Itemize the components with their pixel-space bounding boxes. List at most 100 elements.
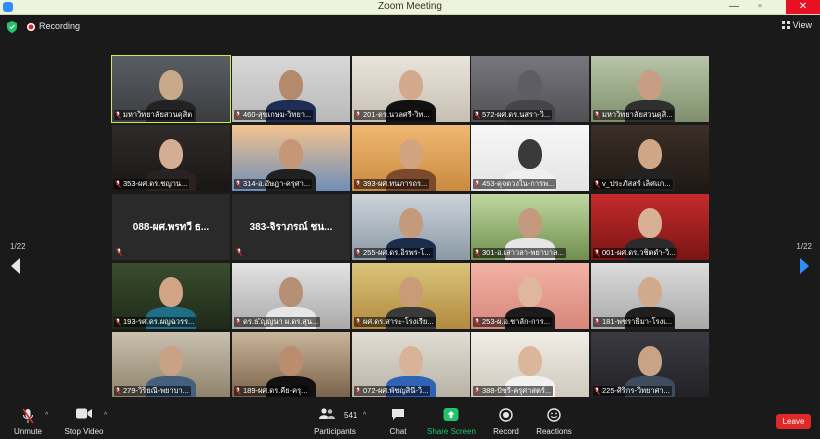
unmute-label: Unmute — [13, 427, 42, 436]
participant-display-name-large: 383-จิราภรณ์ ชน... — [249, 222, 333, 233]
participant-video-tile[interactable]: ดร.ธ.ัญญนา ผ.ดร.สุน... — [232, 263, 350, 329]
muted-microphone-icon — [474, 249, 480, 257]
participant-name: 314-อ.อัษฎา-ครุศา... — [243, 179, 311, 188]
muted-microphone-icon — [474, 318, 480, 326]
view-button[interactable]: View — [781, 20, 812, 30]
participant-video-tile[interactable]: 572-ผศ.ดร.นสรา-วิ... — [471, 56, 589, 122]
participant-video-tile[interactable]: 314-อ.อัษฎา-ครุศา... — [232, 125, 350, 191]
muted-microphone-icon — [115, 318, 121, 326]
participant-name-bar: ผศ.ดร.สาระ-โรงเรีย... — [354, 317, 436, 327]
muted-microphone-icon — [594, 111, 600, 119]
participant-face — [638, 139, 662, 169]
audio-options-caret[interactable]: ^ — [45, 412, 48, 419]
next-page-arrow-icon[interactable] — [799, 258, 809, 274]
participant-video-tile[interactable]: 253-ผ.อ.ชาลัก-การ... — [471, 263, 589, 329]
participant-face — [638, 208, 662, 238]
participant-video-tile[interactable]: 383-จิราภรณ์ ชน... — [232, 194, 350, 260]
participant-name-bar: 193-รศ.ดร.ผญฉวรร... — [114, 317, 197, 327]
participant-face — [159, 139, 183, 169]
participant-video-tile[interactable]: 388-ปัชรี-ครุศาสตร์... — [471, 332, 589, 398]
participant-video-tile[interactable]: 225-ศิริกร-วิทยาศา... — [591, 332, 709, 398]
muted-microphone-icon — [236, 248, 242, 256]
participant-face — [159, 70, 183, 100]
muted-microphone-icon — [235, 180, 241, 188]
muted-microphone-icon — [594, 318, 600, 326]
participant-name-bar: 189-ผศ.ดร.คีย-ครุ... — [234, 386, 310, 396]
participant-name-bar: v_ประภัสสร์ เลิศแก... — [593, 179, 673, 189]
participant-name: มหาวิทยาลัยสวนดุสิ... — [602, 110, 673, 119]
participant-video-tile[interactable]: 072-ผศ.พัชญสินี-วิ... — [352, 332, 470, 398]
smiley-reaction-icon — [547, 408, 561, 422]
participant-face — [159, 277, 183, 307]
record-label: Record — [493, 427, 519, 436]
participant-video-tile[interactable]: 301-อ.เสาวลา-พยาบาล... — [471, 194, 589, 260]
participant-video-tile[interactable]: มหาวิทยาลัยสวนดุสิต — [111, 55, 231, 123]
participant-face — [399, 208, 423, 238]
muted-microphone-icon — [355, 249, 361, 257]
participant-video-tile[interactable]: 279-วิริยณี-พยาบา... — [112, 332, 230, 398]
participants-options-caret[interactable]: ^ — [363, 412, 366, 419]
previous-page-arrow-icon[interactable] — [11, 258, 21, 274]
stop-video-button[interactable]: Stop Video — [62, 397, 106, 439]
share-screen-arrow-icon — [443, 408, 459, 421]
reactions-button[interactable]: Reactions — [534, 397, 574, 439]
leave-button[interactable]: Leave — [776, 414, 811, 429]
participant-video-tile[interactable]: 088-ผศ.พรทวี ธ... — [112, 194, 230, 260]
participant-video-tile[interactable]: 001-ผศ.ดร.วชิตดำ-วิ... — [591, 194, 709, 260]
participant-video-tile[interactable]: 181-พชราธิมา-โรงเ... — [591, 263, 709, 329]
share-screen-button[interactable]: Share Screen — [427, 397, 476, 439]
participant-video-tile[interactable]: v_ประภัสสร์ เลิศแก... — [591, 125, 709, 191]
recording-label: Recording — [39, 21, 81, 31]
participant-name: 001-ผศ.ดร.วชิตดำ-วิ... — [602, 248, 676, 257]
video-options-caret[interactable]: ^ — [104, 412, 107, 419]
participant-video-tile[interactable]: 193-รศ.ดร.ผญฉวรร... — [112, 263, 230, 329]
participant-name-bar: 314-อ.อัษฎา-ครุศา... — [234, 179, 313, 189]
participants-icon — [319, 408, 335, 419]
close-button[interactable]: ✕ — [786, 0, 820, 14]
muted-microphone-icon — [115, 111, 121, 119]
muted-microphone-icon — [115, 387, 121, 395]
record-icon — [499, 408, 513, 422]
participant-video-tile[interactable]: มหาวิทยาลัยสวนดุสิ... — [591, 56, 709, 122]
participant-name-bar: 460-สุขเกษม-วิทยา... — [234, 110, 314, 120]
participant-video-tile[interactable]: 460-สุขเกษม-วิทยา... — [232, 56, 350, 122]
security-shield-icon[interactable] — [7, 21, 17, 33]
participant-face — [279, 70, 303, 100]
window-title: Zoom Meeting — [378, 1, 442, 12]
participant-name-bar: 393-ผศ.ทนภารถร... — [354, 179, 430, 189]
participant-name: 255-ผศ.ดร.อิรพร-โ... — [363, 248, 431, 257]
muted-microphone-icon — [594, 387, 600, 395]
grid-view-icon — [781, 21, 790, 29]
minimize-button[interactable]: — — [722, 0, 746, 14]
participant-video-tile[interactable]: 255-ผศ.ดร.อิรพร-โ... — [352, 194, 470, 260]
participant-video-tile[interactable]: 201-ดร.นวลศรี-วิท... — [352, 56, 470, 122]
muted-microphone-icon — [235, 387, 241, 395]
participant-video-tile[interactable]: ผศ.ดร.สาระ-โรงเรีย... — [352, 263, 470, 329]
participant-video-tile[interactable]: 453-ดุจดวงใน-การพ... — [471, 125, 589, 191]
participant-name: 453-ดุจดวงใน-การพ... — [482, 179, 555, 188]
participant-face — [279, 277, 303, 307]
unmute-button[interactable]: Unmute — [8, 397, 48, 439]
chat-button[interactable]: Chat — [380, 397, 416, 439]
chat-bubble-icon — [392, 409, 404, 420]
participant-face — [279, 139, 303, 169]
participant-name-bar: 072-ผศ.พัชญสินี-วิ... — [354, 386, 431, 396]
participant-name: v_ประภัสสร์ เลิศแก... — [602, 179, 671, 188]
muted-microphone-icon — [22, 408, 34, 424]
participant-face — [279, 346, 303, 376]
participant-name: 460-สุขเกษม-วิทยา... — [243, 110, 312, 119]
participant-video-tile[interactable]: 393-ผศ.ทนภารถร... — [352, 125, 470, 191]
participant-video-tile[interactable]: 189-ผศ.ดร.คีย-ครุ... — [232, 332, 350, 398]
muted-microphone-icon — [474, 111, 480, 119]
recording-icon — [27, 23, 35, 31]
muted-microphone-icon — [355, 318, 361, 326]
record-button[interactable]: Record — [488, 397, 524, 439]
participant-video-tile[interactable]: 353-ผศ.ดร.ชญาน... — [112, 125, 230, 191]
participant-name-bar: 279-วิริยณี-พยาบา... — [114, 386, 191, 396]
muted-microphone-icon — [474, 180, 480, 188]
muted-microphone-icon — [235, 111, 241, 119]
participant-name-bar: 453-ดุจดวงใน-การพ... — [473, 179, 557, 189]
maximize-button[interactable]: ▫ — [748, 0, 772, 14]
participants-label: Participants — [314, 427, 356, 436]
participant-name-bar: มหาวิทยาลัยสวนดุสิ... — [593, 110, 675, 120]
